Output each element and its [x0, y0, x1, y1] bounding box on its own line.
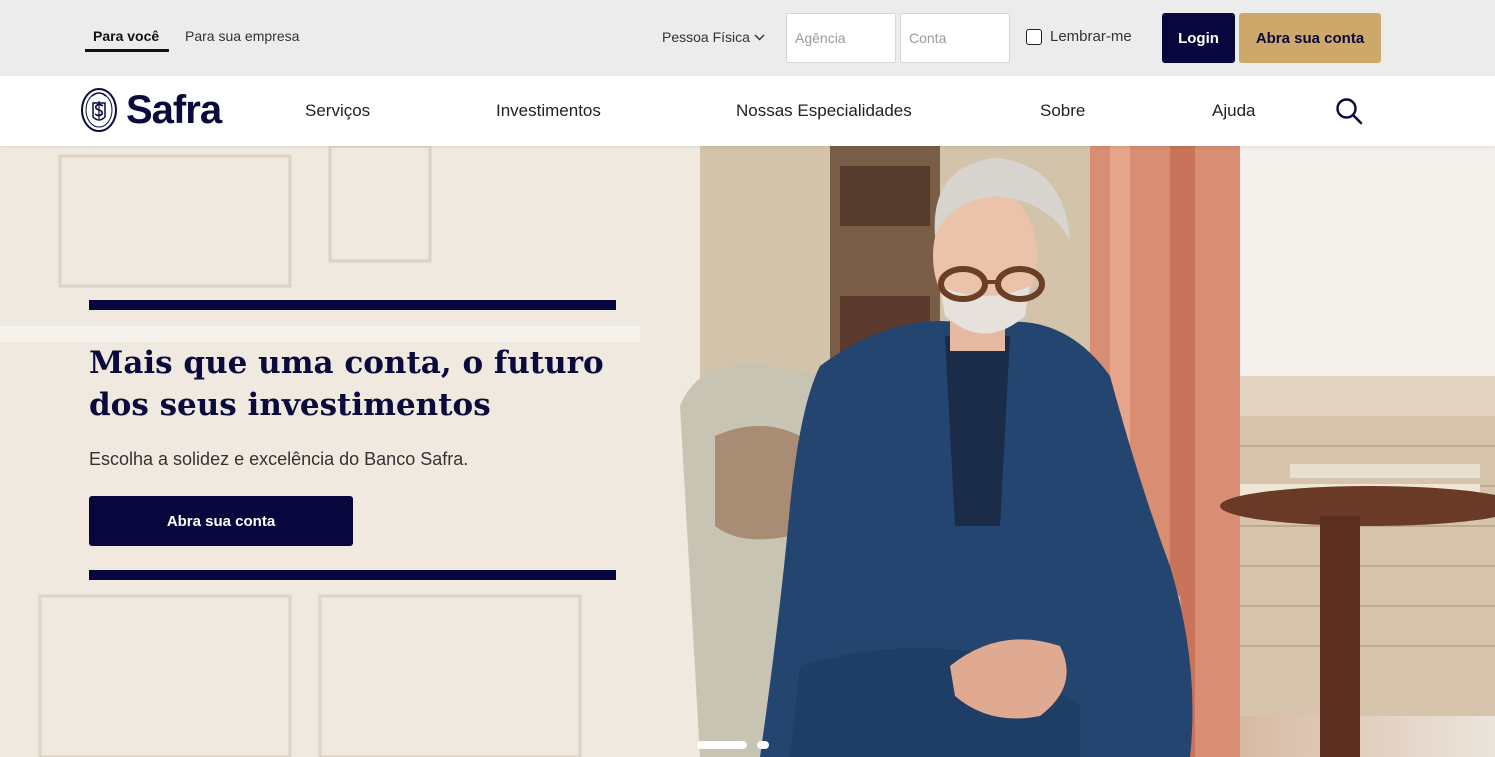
nav-item-servicos[interactable]: Serviços — [305, 101, 370, 121]
carousel-dot-1[interactable] — [697, 741, 747, 749]
open-account-button-hero[interactable]: Abra sua conta — [89, 496, 353, 546]
top-utility-bar: Para você Para sua empresa Pessoa Física… — [0, 0, 1495, 76]
chevron-down-icon — [754, 33, 765, 41]
remember-me-checkbox[interactable] — [1026, 28, 1042, 45]
carousel-indicators — [697, 741, 769, 749]
nav-item-especialidades[interactable]: Nossas Especialidades — [736, 101, 912, 121]
main-navigation: Safra Serviços Investimentos Nossas Espe… — [0, 76, 1495, 146]
hero-subline: Escolha a solidez e excelência do Banco … — [89, 449, 469, 469]
nav-item-ajuda[interactable]: Ajuda — [1212, 101, 1255, 121]
login-button[interactable]: Login — [1162, 13, 1235, 63]
brand-wordmark: Safra — [126, 88, 222, 132]
tab-para-sua-empresa[interactable]: Para sua empresa — [185, 28, 299, 44]
account-input[interactable] — [900, 13, 1010, 63]
nav-item-investimentos[interactable]: Investimentos — [496, 101, 601, 121]
carousel-dot-2[interactable] — [757, 741, 769, 749]
tab-para-voce[interactable]: Para você — [93, 28, 159, 44]
remember-me-control[interactable]: Lembrar-me — [1026, 28, 1132, 45]
hero-rule-bottom — [89, 570, 616, 580]
safra-logo[interactable]: Safra — [80, 87, 222, 133]
open-account-button-top[interactable]: Abra sua conta — [1239, 13, 1381, 63]
hero-headline-bold: Mais que uma conta, — [89, 345, 452, 381]
active-tab-underline — [85, 49, 169, 52]
hero-banner: Mais que uma conta, o futuro dos seus in… — [0, 146, 1495, 757]
remember-me-label: Lembrar-me — [1050, 28, 1132, 45]
person-type-select[interactable]: Pessoa Física — [662, 29, 765, 45]
hero-headline: Mais que uma conta, o futuro dos seus in… — [89, 342, 629, 426]
safra-seal-logo — [81, 88, 117, 132]
person-type-value: Pessoa Física — [662, 29, 750, 45]
agency-input[interactable] — [786, 13, 896, 63]
nav-item-sobre[interactable]: Sobre — [1040, 101, 1085, 121]
hero-rule-top — [89, 300, 616, 310]
search-icon[interactable] — [1335, 97, 1363, 125]
